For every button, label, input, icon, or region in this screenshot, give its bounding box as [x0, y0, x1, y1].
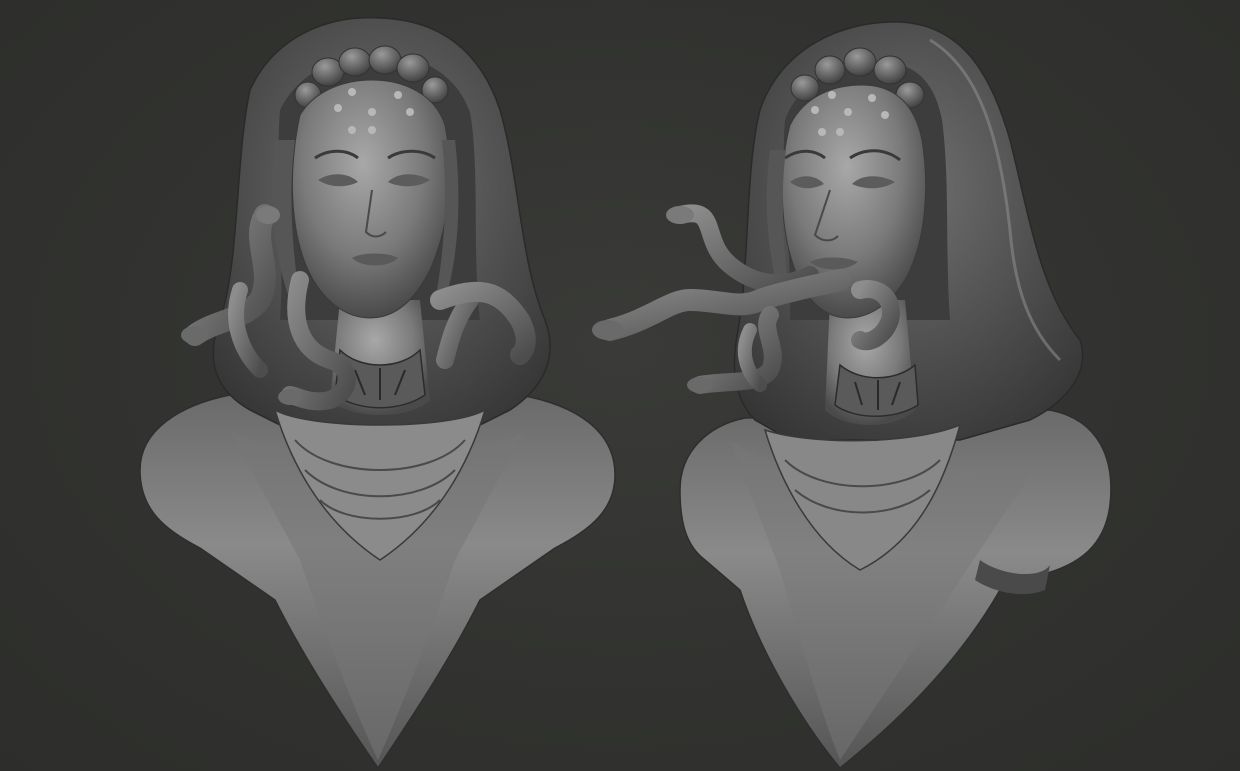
bust-front-view [139, 16, 616, 770]
sculpt-render [139, 16, 1112, 770]
bust-three-quarter-view [592, 21, 1112, 770]
render-viewport [0, 0, 1240, 771]
